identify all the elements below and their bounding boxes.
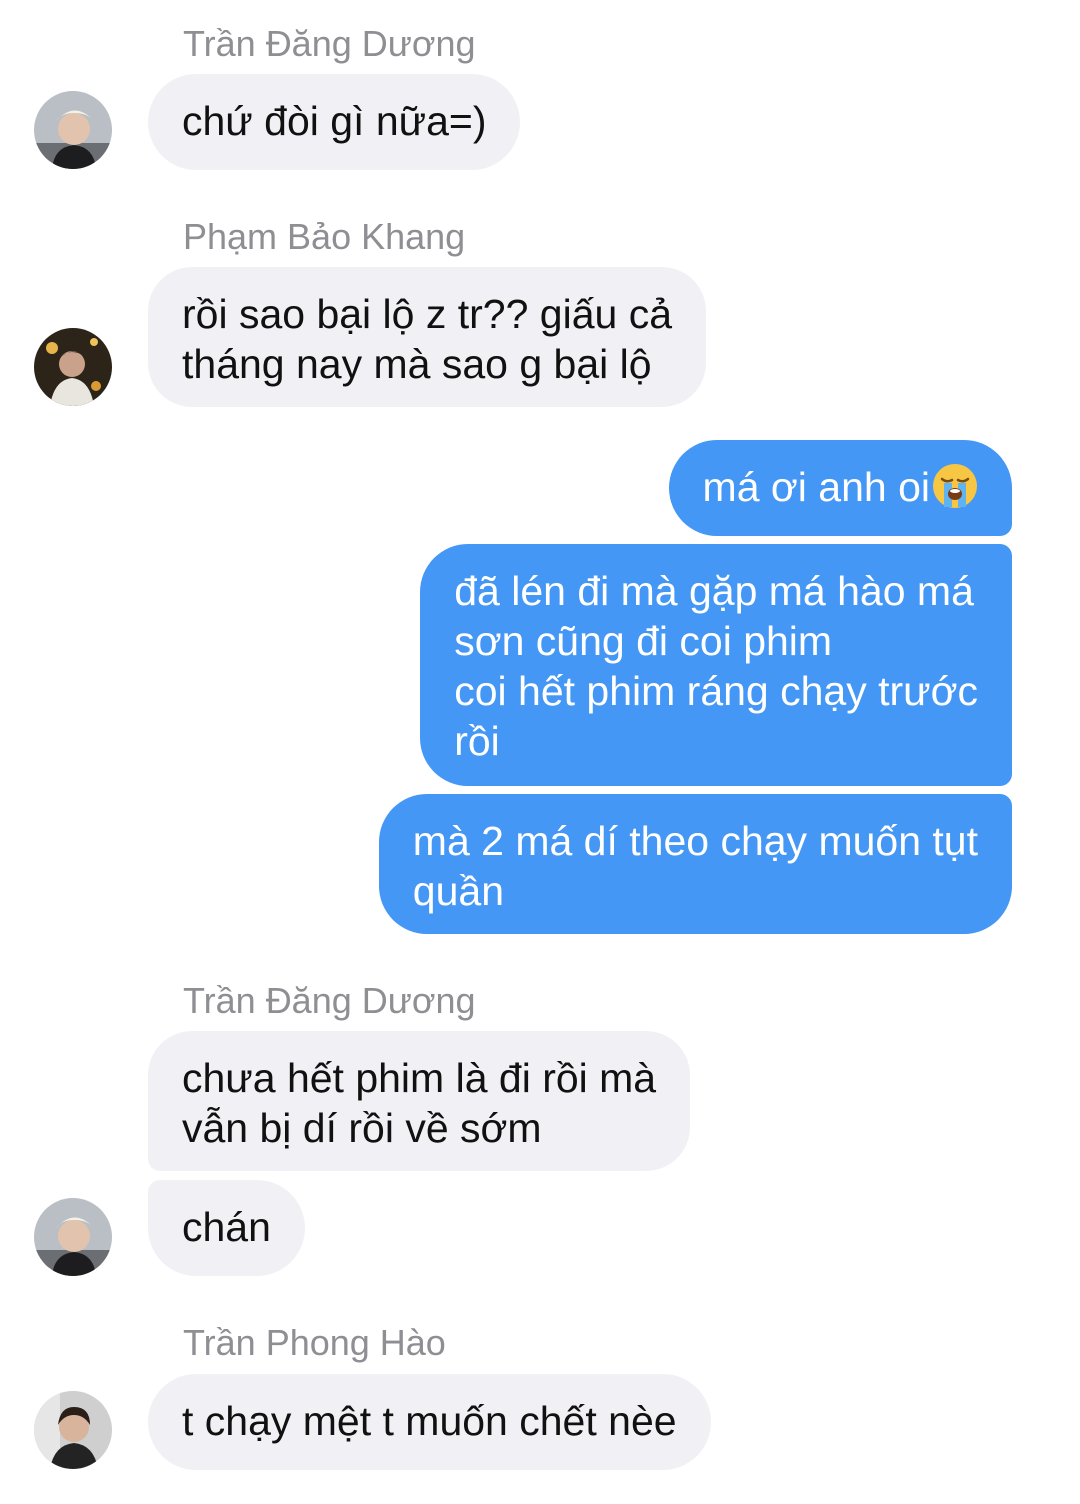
sender-name: Trần Đăng Dương bbox=[183, 980, 476, 1021]
message-text: t chạy mệt t muốn chết nèe bbox=[182, 1398, 677, 1444]
outgoing-message[interactable]: mà 2 má dí theo chạy muốn tụt quần bbox=[378, 794, 1012, 934]
message-text-line: rồi sao bại lộ z tr?? giấu cả bbox=[182, 291, 672, 337]
message-text: má ơi anh oi bbox=[702, 464, 930, 510]
message-text-line: vẫn bị dí rồi về sớm bbox=[182, 1105, 542, 1151]
message-text: chán bbox=[182, 1204, 271, 1250]
incoming-message[interactable]: rồi sao bại lộ z tr?? giấu cả tháng nay … bbox=[148, 267, 706, 407]
sender-name: Trần Phong Hào bbox=[183, 1322, 446, 1363]
chat-thread: Trần Đăng Dương chứ đòi gì nữa=) Phạm Bả… bbox=[0, 0, 1080, 1504]
message-text-line: sơn cũng đi coi phim bbox=[454, 618, 833, 664]
incoming-message[interactable]: t chạy mệt t muốn chết nèe bbox=[148, 1374, 711, 1470]
message-text-line: rồi bbox=[454, 718, 500, 764]
message-text-line: chưa hết phim là đi rồi mà bbox=[182, 1055, 657, 1101]
message-text-line: mà 2 má dí theo chạy muốn tụt bbox=[412, 818, 978, 864]
message-text-line: đã lén đi mà gặp má hào má bbox=[454, 568, 974, 614]
avatar[interactable] bbox=[34, 91, 112, 169]
outgoing-message[interactable]: má ơi anh oi bbox=[668, 440, 1012, 536]
incoming-message[interactable]: chưa hết phim là đi rồi mà vẫn bị dí rồi… bbox=[148, 1031, 691, 1171]
sender-name: Trần Đăng Dương bbox=[183, 23, 476, 64]
incoming-message[interactable]: chán bbox=[148, 1180, 305, 1276]
outgoing-message[interactable]: đã lén đi mà gặp má hào má sơn cũng đi c… bbox=[420, 544, 1012, 786]
avatar[interactable] bbox=[34, 328, 112, 406]
message-text: chứ đòi gì nữa=) bbox=[182, 98, 487, 144]
message-text-line: quần bbox=[412, 868, 505, 914]
message-text-line: tháng nay mà sao g bại lộ bbox=[182, 341, 652, 387]
sender-name: Phạm Bảo Khang bbox=[183, 216, 466, 257]
incoming-message[interactable]: chứ đòi gì nữa=) bbox=[148, 74, 521, 170]
avatar[interactable] bbox=[34, 1391, 112, 1469]
message-text-line: coi hết phim ráng chạy trước bbox=[454, 668, 978, 714]
avatar[interactable] bbox=[34, 1198, 112, 1276]
loudly-crying-face-icon bbox=[933, 464, 977, 508]
